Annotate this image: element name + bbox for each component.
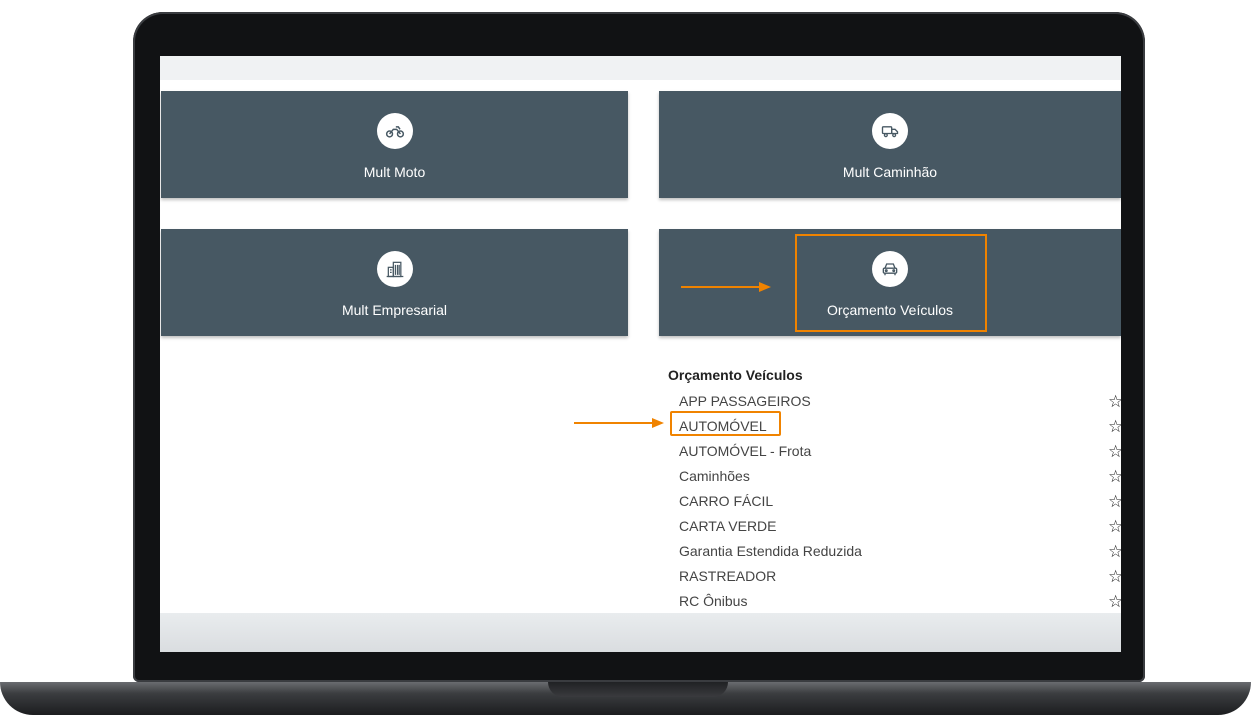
building-icon bbox=[376, 251, 413, 287]
arrow-right-icon bbox=[681, 282, 771, 292]
list-item-garantia-estendida[interactable]: Garantia Estendida Reduzida bbox=[679, 539, 862, 564]
star-outline-icon[interactable]: ☆ bbox=[1108, 414, 1121, 439]
tile-mult-empresarial[interactable]: Mult Empresarial bbox=[161, 229, 628, 336]
tile-mult-caminhao[interactable]: Mult Caminhão bbox=[659, 91, 1121, 198]
list-item-rastreador[interactable]: RASTREADOR bbox=[679, 564, 862, 589]
laptop-hinge-notch bbox=[548, 682, 728, 697]
list-item-carta-verde[interactable]: CARTA VERDE bbox=[679, 514, 862, 539]
highlight-box-automovel bbox=[670, 411, 781, 436]
star-outline-icon[interactable]: ☆ bbox=[1108, 389, 1121, 414]
favorite-stars: ☆ ☆ ☆ ☆ ☆ ☆ ☆ ☆ ☆ bbox=[1108, 389, 1121, 614]
star-outline-icon[interactable]: ☆ bbox=[1108, 564, 1121, 589]
list-item-automovel-frota[interactable]: AUTOMÓVEL - Frota bbox=[679, 439, 862, 464]
star-outline-icon[interactable]: ☆ bbox=[1108, 539, 1121, 564]
top-bar bbox=[160, 56, 1121, 80]
star-outline-icon[interactable]: ☆ bbox=[1108, 464, 1121, 489]
star-outline-icon[interactable]: ☆ bbox=[1108, 489, 1121, 514]
arrow-right-icon bbox=[574, 418, 664, 428]
list-item-carro-facil[interactable]: CARRO FÁCIL bbox=[679, 489, 862, 514]
bottom-bar bbox=[160, 613, 1121, 652]
star-outline-icon[interactable]: ☆ bbox=[1108, 439, 1121, 464]
list-title: Orçamento Veículos bbox=[668, 367, 803, 383]
tile-mult-moto[interactable]: Mult Moto bbox=[161, 91, 628, 198]
list-item-caminhoes[interactable]: Caminhões bbox=[679, 464, 862, 489]
motorcycle-icon bbox=[376, 113, 413, 149]
highlight-box-orcamento bbox=[795, 234, 987, 332]
tile-label: Mult Caminhão bbox=[842, 164, 938, 180]
star-outline-icon[interactable]: ☆ bbox=[1108, 514, 1121, 539]
laptop-screen: Mult Moto Mult Caminhão Mult Empresarial bbox=[160, 56, 1121, 652]
star-outline-icon[interactable]: ☆ bbox=[1108, 589, 1121, 614]
truck-icon bbox=[872, 113, 908, 149]
tile-label: Mult Empresarial bbox=[341, 302, 448, 318]
list-item-rc-onibus[interactable]: RC Ônibus bbox=[679, 589, 862, 614]
tile-label: Mult Moto bbox=[363, 164, 426, 180]
